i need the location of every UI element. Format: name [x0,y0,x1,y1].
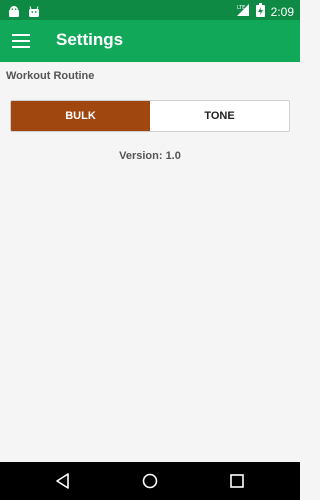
home-icon[interactable] [140,471,160,491]
battery-charging-icon [255,2,265,21]
navigation-bar [0,462,300,500]
clock: 2:09 [270,4,294,19]
recents-icon[interactable] [227,471,247,491]
bulk-option-button[interactable]: BULK [11,101,150,131]
app-bar: Settings [0,20,300,62]
back-icon[interactable] [53,471,73,491]
workout-routine-label: Workout Routine [6,70,95,82]
page-title: Settings [56,30,124,49]
network-label: LTE [237,5,245,11]
version-text: Version: 1.0 [119,150,181,162]
status-bar: LTE 2:09 [0,0,300,20]
workout-routine-toggle: BULK TONE [10,100,290,132]
hamburger-menu-icon[interactable] [12,31,32,51]
signal-icon: LTE [236,2,250,21]
tone-option-button[interactable]: TONE [150,101,289,131]
